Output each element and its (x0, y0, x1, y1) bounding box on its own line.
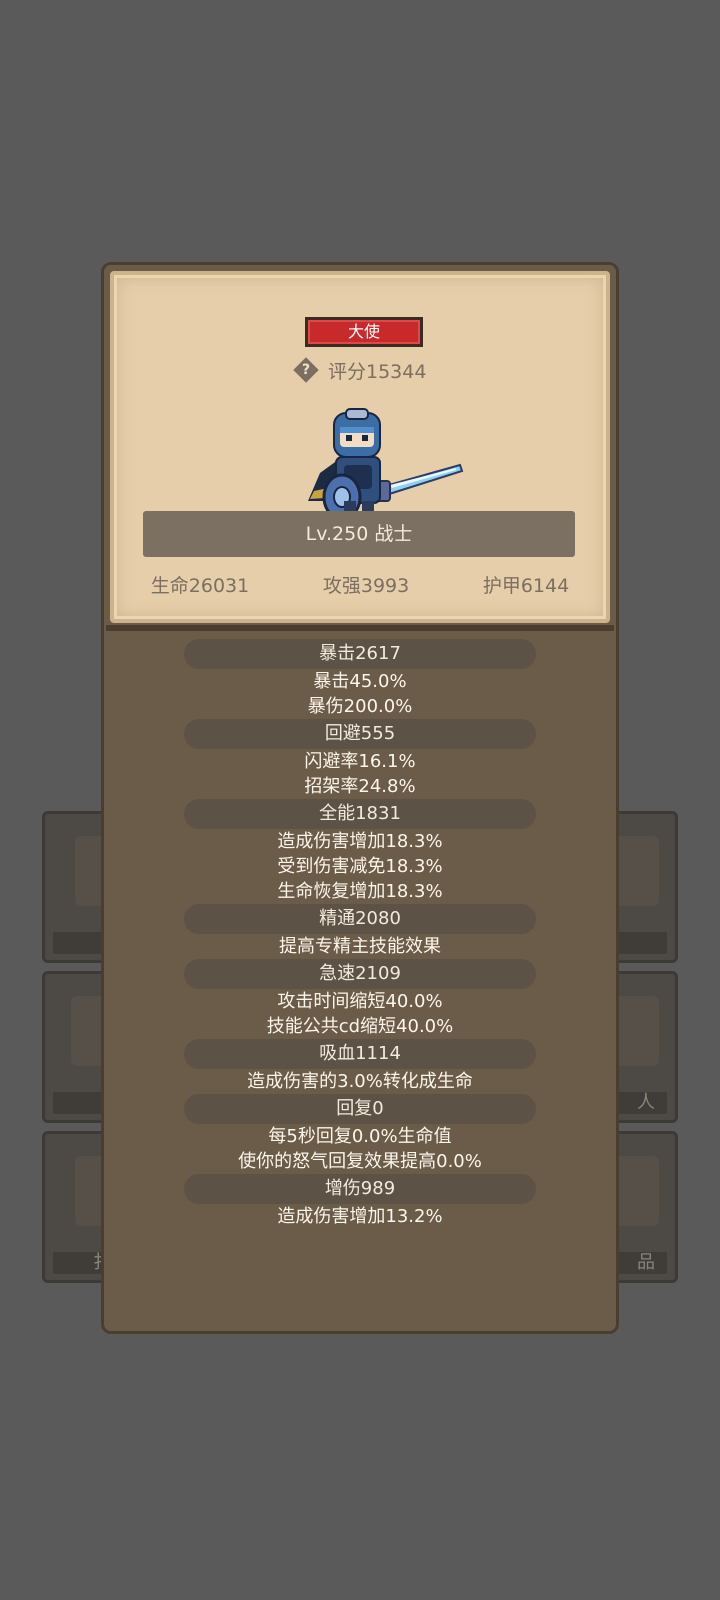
equipment-art-icon (613, 836, 659, 906)
attribute-line: 招架率24.8% (304, 776, 416, 797)
attribute-header-crit: 暴击2617 (184, 639, 536, 669)
core-stats-row: 生命26031 攻强3993 护甲6144 (114, 571, 606, 598)
armor-stat: 护甲6144 (482, 575, 570, 597)
screen: 扌 人 品 大使 ? 评分15344 (0, 0, 720, 1600)
attribute-line: 造成伤害增加18.3% (277, 831, 443, 852)
score-row: ? 评分15344 (294, 355, 427, 385)
attribute-line: 受到伤害减免18.3% (277, 856, 443, 877)
attack-stat: 攻强3993 (322, 575, 410, 597)
attribute-line: 闪避率16.1% (304, 751, 416, 772)
attribute-header-damage-increase: 增伤989 (184, 1174, 536, 1204)
hp-stat: 生命26031 (150, 575, 250, 597)
attribute-line: 暴伤200.0% (307, 696, 413, 717)
level-class-bar: Lv.250 战士 (143, 511, 575, 557)
attribute-header-mastery: 精通2080 (184, 904, 536, 934)
attribute-header-lifesteal: 吸血1114 (184, 1039, 536, 1069)
attribute-header-regen: 回复0 (184, 1094, 536, 1124)
attribute-header-versatility: 全能1831 (184, 799, 536, 829)
attribute-line: 暴击45.0% (313, 671, 407, 692)
attribute-line: 造成伤害的3.0%转化成生命 (247, 1071, 473, 1092)
attribute-line: 技能公共cd缩短40.0% (266, 1016, 454, 1037)
attribute-line: 提高专精主技能效果 (279, 936, 441, 957)
attribute-line: 攻击时间缩短40.0% (277, 991, 443, 1012)
attribute-line: 使你的怒气回复效果提高0.0% (238, 1151, 482, 1172)
equipment-art-icon (613, 1156, 659, 1226)
score-text: 评分15344 (328, 360, 427, 383)
character-stats-modal[interactable]: 大使 ? 评分15344 Lv.250 战士 生命26031 攻强3993 护甲… (101, 262, 619, 1334)
warrior-character-icon (308, 408, 464, 521)
title-badge: 大使 (305, 317, 423, 347)
attribute-header-haste: 急速2109 (184, 959, 536, 989)
help-diamond-icon[interactable]: ? (294, 358, 318, 382)
attribute-line: 造成伤害增加13.2% (277, 1206, 443, 1227)
attribute-line: 生命恢复增加18.3% (277, 881, 443, 902)
attribute-line: 每5秒回复0.0%生命值 (268, 1126, 452, 1147)
attribute-header-avoidance: 回避555 (184, 719, 536, 749)
equipment-art-icon (613, 996, 659, 1066)
attribute-list: 暴击2617 暴击45.0% 暴伤200.0% 回避555 闪避率16.1% 招… (104, 639, 616, 1229)
character-card: 大使 ? 评分15344 Lv.250 战士 生命26031 攻强3993 护甲… (106, 271, 614, 631)
